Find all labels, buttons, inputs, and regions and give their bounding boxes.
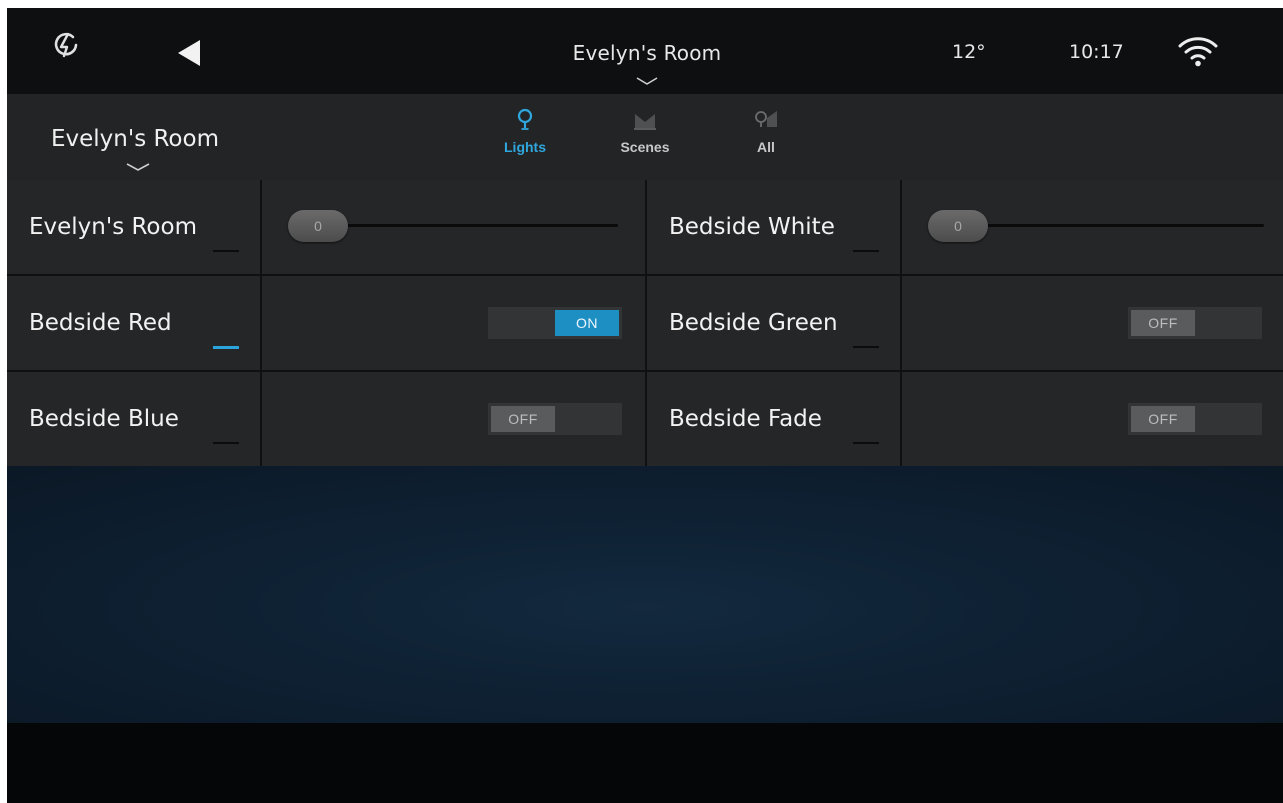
tab-all[interactable]: All <box>721 108 811 176</box>
toggle-switch[interactable]: OFF <box>1128 403 1262 435</box>
device-label: Evelyn's Room <box>29 214 197 240</box>
dimmer-slider[interactable]: 0 <box>902 210 1283 242</box>
toggle-state-label: ON <box>555 310 619 336</box>
slider-knob[interactable]: 0 <box>288 210 348 242</box>
device-control-cell: 0 <box>902 180 1283 274</box>
device-name-bedside-blue[interactable]: Bedside Blue <box>7 372 260 466</box>
footer-bar <box>7 723 1283 803</box>
device-grid: Evelyn's Room 0 Bedside White 0 Bedside … <box>7 180 1283 466</box>
toggle-switch[interactable]: ON <box>488 307 622 339</box>
status-bar: Evelyn's Room 12° 10:17 <box>7 8 1283 94</box>
device-control-cell: 0 <box>262 180 645 274</box>
device-control-cell: ON <box>262 276 645 370</box>
chevron-down-icon[interactable] <box>636 76 658 86</box>
toggle-switch[interactable]: OFF <box>488 403 622 435</box>
lightbulb-icon <box>517 108 533 130</box>
tab-lights[interactable]: Lights <box>480 108 570 176</box>
device-name-bedside-white[interactable]: Bedside White <box>647 180 900 274</box>
device-label: Bedside White <box>669 214 835 240</box>
room-selector-label: Evelyn's Room <box>51 126 219 152</box>
toggle-state-label: OFF <box>1131 406 1195 432</box>
clock: 10:17 <box>1069 41 1124 63</box>
slider-track <box>302 224 618 227</box>
dimmer-slider[interactable]: 0 <box>262 210 645 242</box>
tab-scenes-label: Scenes <box>620 139 670 155</box>
tab-all-label: All <box>757 139 775 155</box>
touch-panel-screen: Evelyn's Room 12° 10:17 Evelyn's Room Li… <box>7 8 1283 803</box>
device-label: Bedside Red <box>29 310 172 336</box>
tab-lights-label: Lights <box>504 139 546 155</box>
chevron-down-icon <box>126 163 150 171</box>
slider-knob[interactable]: 0 <box>928 210 988 242</box>
device-name-evelyns-room[interactable]: Evelyn's Room <box>7 180 260 274</box>
current-room-title[interactable]: Evelyn's Room <box>507 41 787 65</box>
device-label: Bedside Green <box>669 310 838 336</box>
device-name-bedside-green[interactable]: Bedside Green <box>647 276 900 370</box>
device-control-cell: OFF <box>902 276 1283 370</box>
device-label: Bedside Fade <box>669 406 822 432</box>
device-control-cell: OFF <box>902 372 1283 466</box>
toggle-state-label: OFF <box>491 406 555 432</box>
room-selector[interactable]: Evelyn's Room <box>35 118 245 174</box>
toggle-switch[interactable]: OFF <box>1128 307 1262 339</box>
all-devices-icon <box>755 111 777 127</box>
tab-scenes[interactable]: Scenes <box>600 108 690 176</box>
slider-track <box>942 224 1264 227</box>
wifi-icon <box>1178 37 1218 67</box>
temperature-readout: 12° <box>952 41 986 63</box>
device-status-indicator <box>853 250 879 252</box>
scenes-icon <box>634 114 656 130</box>
device-status-indicator <box>853 442 879 444</box>
device-status-indicator <box>213 442 239 444</box>
device-status-indicator <box>853 346 879 348</box>
device-name-bedside-red[interactable]: Bedside Red <box>7 276 260 370</box>
device-control-cell: OFF <box>262 372 645 466</box>
back-arrow-icon[interactable] <box>174 38 202 68</box>
power-logo-icon[interactable] <box>51 30 81 60</box>
background-area <box>7 466 1283 723</box>
device-status-indicator <box>213 250 239 252</box>
device-status-indicator <box>213 346 239 349</box>
device-name-bedside-fade[interactable]: Bedside Fade <box>647 372 900 466</box>
header-bar: Evelyn's Room Lights Scenes All <box>7 94 1283 180</box>
device-label: Bedside Blue <box>29 406 179 432</box>
toggle-state-label: OFF <box>1131 310 1195 336</box>
